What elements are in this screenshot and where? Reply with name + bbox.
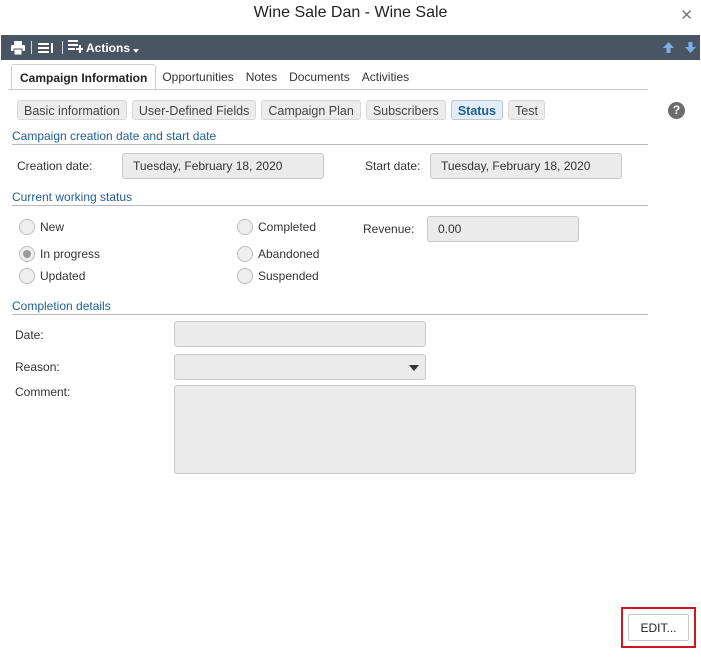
start-date-label: Start date:: [365, 159, 421, 173]
chevron-down-icon: [409, 365, 419, 371]
list-view-icon[interactable]: [38, 35, 54, 60]
actions-icon: [68, 39, 83, 56]
radio-in-progress[interactable]: In progress: [19, 246, 100, 262]
reason-select: [174, 354, 426, 380]
radio-completed[interactable]: Completed: [237, 219, 316, 235]
radio-new[interactable]: New: [19, 219, 64, 235]
chevron-down-icon: [133, 48, 140, 53]
edit-button[interactable]: EDIT...: [628, 614, 689, 641]
subtab-basic-information[interactable]: Basic information: [17, 100, 127, 120]
subtab-test[interactable]: Test: [508, 100, 545, 120]
reason-label: Reason:: [15, 360, 60, 374]
sub-tabs: Basic information User-Defined Fields Ca…: [17, 100, 545, 120]
radio-label: In progress: [40, 247, 101, 261]
toolbar-separator: [62, 41, 63, 54]
print-icon[interactable]: [10, 35, 26, 60]
radio-button[interactable]: [19, 268, 35, 284]
comment-field: [174, 385, 636, 474]
radio-button[interactable]: [19, 219, 35, 235]
revenue-label: Revenue:: [363, 222, 415, 236]
title-bar: Wine Sale Dan - Wine Sale ✕: [0, 0, 701, 34]
comment-label: Comment:: [15, 385, 71, 399]
tab-documents[interactable]: Documents: [283, 64, 356, 90]
radio-label: New: [40, 220, 65, 234]
radio-button[interactable]: [237, 246, 253, 262]
radio-abandoned[interactable]: Abandoned: [237, 246, 319, 262]
creation-date-label: Creation date:: [17, 159, 93, 173]
arrow-up-icon[interactable]: [663, 35, 674, 60]
arrow-down-icon[interactable]: [685, 35, 696, 60]
subtab-user-defined-fields[interactable]: User-Defined Fields: [131, 100, 257, 120]
close-icon[interactable]: ✕: [680, 6, 693, 24]
radio-updated[interactable]: Updated: [19, 268, 85, 284]
radio-suspended[interactable]: Suspended: [237, 268, 319, 284]
radio-label: Suspended: [258, 269, 319, 283]
radio-label: Abandoned: [258, 247, 320, 261]
tabs-divider: [8, 89, 648, 90]
start-date-field: Tuesday, February 18, 2020: [430, 153, 622, 179]
toolbar-separator: [31, 41, 32, 54]
radio-button[interactable]: [237, 268, 253, 284]
main-tabs: Campaign Information Opportunities Notes…: [11, 64, 415, 90]
toolbar: Actions: [1, 35, 700, 60]
completion-date-field: [174, 321, 426, 347]
section-heading-dates: Campaign creation date and start date: [12, 129, 648, 145]
subtab-subscribers[interactable]: Subscribers: [365, 100, 446, 120]
radio-label: Completed: [258, 220, 317, 234]
radio-button[interactable]: [19, 246, 35, 262]
revenue-field: 0.00: [427, 216, 579, 242]
window-title: Wine Sale Dan - Wine Sale: [253, 4, 448, 21]
date-label: Date:: [15, 328, 44, 342]
tab-notes[interactable]: Notes: [240, 64, 283, 90]
radio-button[interactable]: [237, 219, 253, 235]
radio-label: Updated: [40, 269, 86, 283]
help-icon[interactable]: ?: [668, 102, 685, 119]
tab-opportunities[interactable]: Opportunities: [156, 64, 239, 90]
tab-campaign-information[interactable]: Campaign Information: [11, 64, 157, 90]
section-heading-completion: Completion details: [12, 299, 648, 315]
section-heading-status: Current working status: [12, 190, 648, 206]
actions-menu-button[interactable]: Actions: [68, 35, 140, 60]
creation-date-field: Tuesday, February 18, 2020: [122, 153, 324, 179]
actions-label: Actions: [86, 40, 131, 55]
subtab-status[interactable]: Status: [450, 100, 504, 120]
subtab-campaign-plan[interactable]: Campaign Plan: [261, 100, 361, 120]
tab-activities[interactable]: Activities: [356, 64, 415, 90]
